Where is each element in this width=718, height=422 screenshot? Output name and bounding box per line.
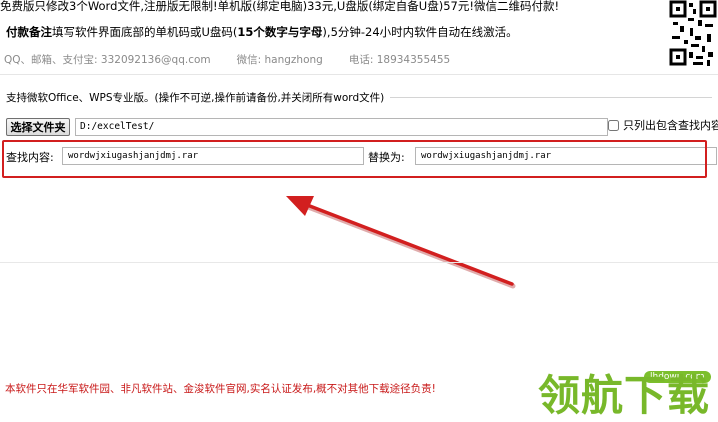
contact-qq-email: QQ、邮箱、支付宝: 332092136@qq.com: [4, 54, 211, 66]
payment-remark-code-note: 15个数字与字母: [237, 25, 323, 39]
content-divider: [0, 262, 718, 263]
group-box-rule: [390, 97, 712, 98]
payment-remark: 付款备注填写软件界面底部的单机码或U盘码(15个数字与字母),5分钟-24小时内…: [6, 24, 518, 40]
payment-remark-title: 付款备注: [6, 25, 52, 39]
distribution-notice: 本软件只在华军软件园、非凡软件站、金浚软件官网,实名认证发布,概不对其他下载途径…: [5, 383, 436, 395]
pricing-notice: 免费版只修改3个Word文件,注册版无限制!单机版(绑定电脑)33元,U盘版(绑…: [0, 0, 560, 13]
payment-remark-text-a: 填写软件界面底部的单机码或U盘码(: [52, 25, 238, 39]
watermark-logo: 领航下载: [538, 371, 711, 420]
contact-info: QQ、邮箱、支付宝: 332092136@qq.com 微信: hangzhong…: [4, 52, 450, 67]
contact-wechat: 微信: hangzhong: [236, 54, 323, 66]
wechat-qr-code: [665, 0, 718, 68]
choose-folder-button[interactable]: 选择文件夹: [6, 118, 70, 136]
only-list-matching-checkbox[interactable]: [608, 120, 619, 131]
compat-notice: 支持微软Office、WPS专业版。(操作不可逆,操作前请备份,并关闭所有wor…: [6, 92, 385, 104]
folder-path-field[interactable]: D:/excelTest/: [75, 118, 608, 136]
contact-phone: 电话: 18934355455: [348, 54, 451, 66]
header-divider: [0, 74, 718, 75]
payment-remark-text-b: ),5分钟-24小时内软件自动在线激活。: [322, 25, 518, 39]
only-list-matching-label: 只列出包含查找内容: [623, 119, 718, 132]
highlight-box: [2, 140, 707, 178]
